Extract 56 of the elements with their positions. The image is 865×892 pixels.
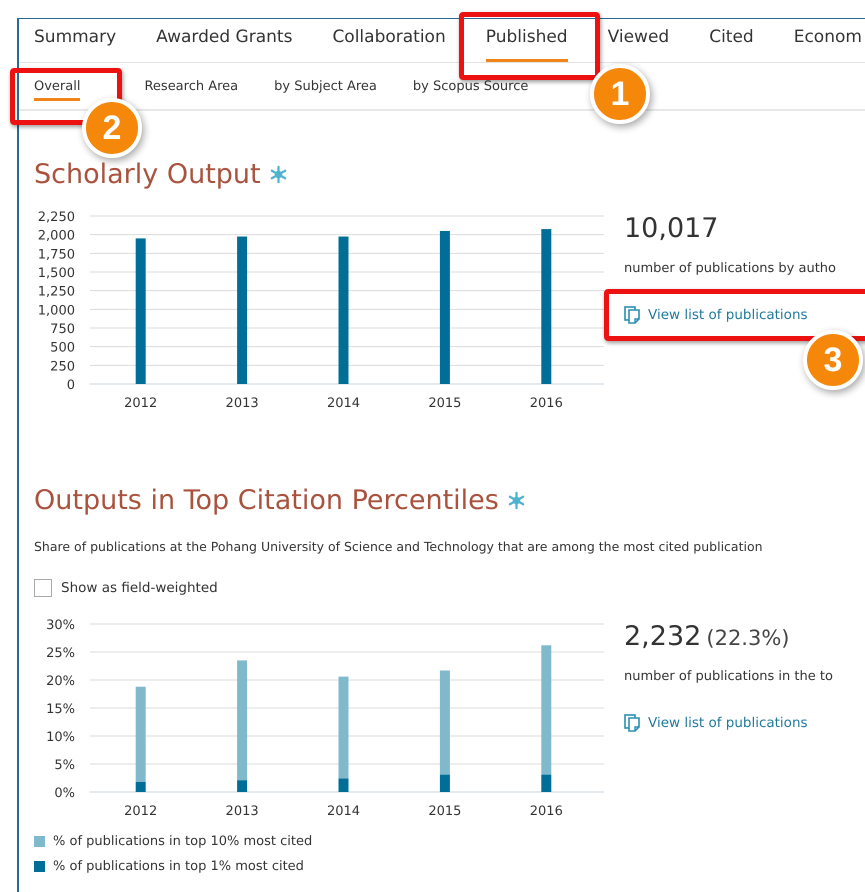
legend-label: % of publications in top 1% most cited bbox=[53, 859, 304, 874]
nav-tab[interactable]: Viewed bbox=[608, 19, 670, 62]
view-list-link[interactable]: View list of publications bbox=[624, 306, 836, 324]
legend-label: % of publications in top 10% most cited bbox=[53, 834, 312, 849]
document-icon bbox=[624, 306, 640, 324]
x-axis-label: 2015 bbox=[428, 804, 462, 816]
nav-tab[interactable]: Summary bbox=[34, 19, 116, 62]
y-axis-label: 2,000 bbox=[38, 228, 75, 244]
checkbox-label: Show as field-weighted bbox=[61, 580, 218, 596]
y-axis-label: 15% bbox=[46, 702, 75, 717]
metric-value: 2,232 bbox=[624, 621, 702, 652]
snowflake-icon bbox=[268, 165, 288, 184]
x-axis-label: 2012 bbox=[124, 396, 158, 408]
sub-tab[interactable]: Research Area bbox=[144, 79, 238, 101]
view-list-link[interactable]: View list of publications bbox=[624, 714, 833, 732]
y-axis-label: 500 bbox=[50, 340, 75, 356]
document-icon bbox=[624, 714, 640, 732]
y-axis-label: 10% bbox=[46, 730, 75, 745]
nav-tab[interactable]: Econom bbox=[794, 19, 862, 62]
y-axis-label: 0 bbox=[66, 378, 75, 393]
y-axis-label: 1,750 bbox=[38, 247, 75, 262]
snowflake-icon bbox=[506, 491, 526, 510]
y-axis-label: 0% bbox=[54, 786, 75, 801]
y-axis-label: 1,500 bbox=[38, 266, 75, 281]
x-axis-label: 2014 bbox=[326, 804, 360, 816]
nav-tab[interactable]: Cited bbox=[709, 19, 754, 62]
metric-percent: (22.3%) bbox=[706, 626, 790, 650]
x-axis-label: 2016 bbox=[530, 396, 563, 408]
x-axis-label: 2013 bbox=[226, 396, 259, 408]
x-axis-label: 2014 bbox=[326, 396, 360, 408]
y-axis-label: 1,250 bbox=[38, 284, 75, 300]
nav-tab[interactable]: Awarded Grants bbox=[156, 19, 292, 62]
metric-value: 10,017 bbox=[624, 213, 718, 244]
y-axis-label: 30% bbox=[46, 618, 75, 633]
sub-tab[interactable]: by Subject Area bbox=[274, 79, 377, 101]
section-description: Share of publications at the Pohang University of Science and Technology that are among the most cited publication bbox=[34, 539, 764, 554]
sub-tab[interactable]: Overall bbox=[34, 79, 80, 101]
x-axis-label: 2016 bbox=[530, 804, 563, 816]
y-axis-label: 750 bbox=[50, 322, 75, 337]
sub-tab[interactable]: by Scopus Source bbox=[412, 79, 528, 101]
x-axis-label: 2013 bbox=[226, 804, 259, 816]
nav-tab[interactable]: Collaboration bbox=[332, 19, 446, 62]
x-axis-label: 2015 bbox=[428, 396, 462, 408]
y-axis-label: 1,000 bbox=[38, 303, 75, 318]
y-axis-label: 25% bbox=[46, 646, 75, 661]
y-axis-label: 5% bbox=[54, 758, 75, 773]
y-axis-label: 20% bbox=[46, 674, 75, 689]
metric-description: number of publications by autho bbox=[624, 261, 836, 276]
y-axis-label: 250 bbox=[50, 359, 75, 374]
metric-description: number of publications in the to bbox=[624, 669, 833, 684]
checkbox[interactable] bbox=[34, 579, 52, 597]
nav-tab[interactable]: Published bbox=[486, 19, 568, 62]
x-axis-label: 2012 bbox=[124, 804, 158, 816]
section-title: Scholarly Output bbox=[34, 159, 261, 190]
y-axis-label: 2,250 bbox=[38, 210, 75, 225]
section-title: Outputs in Top Citation Percentiles bbox=[34, 485, 499, 516]
